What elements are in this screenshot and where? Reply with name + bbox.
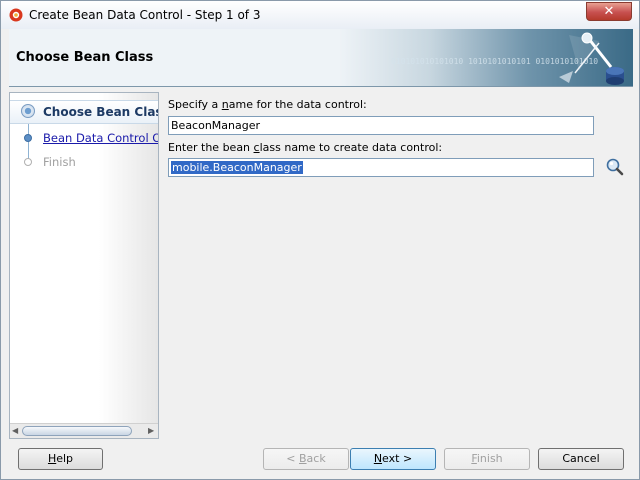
back-button: < Back bbox=[263, 448, 349, 470]
step-disabled-icon bbox=[24, 158, 32, 166]
mnemonic: H bbox=[47, 452, 57, 465]
bean-class-label: Enter the bean class name to create data… bbox=[168, 141, 442, 154]
button-label: elp bbox=[56, 452, 74, 465]
data-control-name-label: Specify a name for the data control: bbox=[168, 98, 367, 111]
bean-wand-icon bbox=[559, 32, 624, 85]
input-value: BeaconManager bbox=[171, 119, 261, 132]
jdeveloper-app-icon bbox=[9, 8, 23, 22]
selected-input-value: mobile.BeaconManager bbox=[171, 161, 303, 174]
step-bean-data-control-options[interactable]: Bean Data Control Options bbox=[10, 127, 158, 149]
scroll-right-arrow-icon[interactable]: ▶ bbox=[148, 427, 156, 435]
label-text: lass name to create data control: bbox=[259, 141, 443, 154]
close-icon: ✕ bbox=[603, 4, 615, 19]
magnifier-icon[interactable] bbox=[604, 157, 626, 177]
finish-button: Finish bbox=[444, 448, 530, 470]
form-panel: Specify a name for the data control: Bea… bbox=[159, 92, 633, 439]
step-finish: Finish bbox=[10, 151, 158, 173]
next-button[interactable]: Next > bbox=[350, 448, 436, 470]
mnemonic: B bbox=[299, 452, 307, 465]
button-label: ext > bbox=[382, 452, 413, 465]
step-link-icon bbox=[24, 134, 32, 142]
current-step-icon bbox=[21, 104, 35, 118]
bean-class-input[interactable]: mobile.BeaconManager bbox=[168, 158, 594, 177]
mnemonic: n bbox=[221, 98, 229, 111]
mnemonic: N bbox=[373, 452, 383, 465]
step-choose-bean-class[interactable]: Choose Bean Class bbox=[10, 100, 158, 124]
label-text: ame for the data control: bbox=[228, 98, 367, 111]
label-text: Specify a bbox=[168, 98, 222, 111]
cancel-button[interactable]: Cancel bbox=[538, 448, 624, 470]
data-control-name-input[interactable]: BeaconManager bbox=[168, 116, 594, 135]
button-label: < bbox=[286, 452, 299, 465]
step-label: Choose Bean Class bbox=[43, 105, 159, 119]
window-close-button[interactable]: ✕ bbox=[586, 2, 632, 21]
label-text: Enter the bean bbox=[168, 141, 254, 154]
wizard-banner: Choose Bean Class 010101010101010 101010… bbox=[9, 29, 633, 87]
window-title: Create Bean Data Control - Step 1 of 3 bbox=[29, 8, 261, 22]
scrollbar-thumb[interactable] bbox=[22, 426, 132, 436]
button-label: ack bbox=[306, 452, 326, 465]
dialog-window: Create Bean Data Control - Step 1 of 3 ✕… bbox=[0, 0, 640, 480]
button-label: inish bbox=[476, 452, 503, 465]
help-button[interactable]: Help bbox=[18, 448, 103, 470]
step-label: Finish bbox=[43, 155, 76, 169]
wizard-steps-panel: Choose Bean Class Bean Data Control Opti… bbox=[9, 92, 159, 439]
step-label[interactable]: Bean Data Control Options bbox=[43, 131, 158, 145]
banner-title: Choose Bean Class bbox=[16, 50, 154, 65]
scroll-left-arrow-icon[interactable]: ◀ bbox=[12, 427, 20, 435]
title-bar[interactable]: Create Bean Data Control - Step 1 of 3 ✕ bbox=[1, 1, 639, 29]
steps-horizontal-scrollbar[interactable]: ◀ ▶ bbox=[10, 423, 158, 438]
button-label: Cancel bbox=[562, 452, 600, 465]
